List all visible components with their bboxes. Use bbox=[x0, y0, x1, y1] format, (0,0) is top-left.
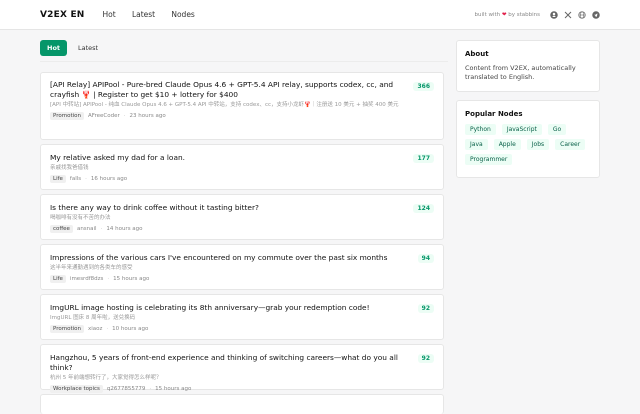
post-meta: coffee ansnail · 14 hours ago bbox=[50, 225, 434, 233]
node-chip-go[interactable]: Go bbox=[547, 124, 567, 135]
reply-count[interactable]: 92 bbox=[417, 354, 434, 363]
post-title[interactable]: Hangzhou, 5 years of front-end experienc… bbox=[50, 353, 410, 373]
meta-separator: · bbox=[123, 113, 126, 119]
node-chip-programmer[interactable]: Programmer bbox=[465, 154, 513, 165]
reply-count[interactable]: 92 bbox=[417, 304, 434, 313]
post-author[interactable]: AFreeCoder bbox=[88, 113, 120, 119]
post-meta: Workplace topics q2677855779 · 15 hours … bbox=[50, 385, 434, 393]
post-title[interactable]: Is there any way to drink coffee without… bbox=[50, 203, 410, 213]
site-logo[interactable]: V2EX EN bbox=[40, 10, 85, 20]
meta-separator: · bbox=[149, 386, 152, 392]
post-author[interactable]: imesrdf8dzs bbox=[70, 276, 103, 282]
post-time: 16 hours ago bbox=[90, 176, 128, 182]
node-tag[interactable]: Life bbox=[50, 275, 66, 283]
post-time: 14 hours ago bbox=[106, 226, 143, 232]
post-card[interactable]: Hangzhou, 5 years of front-end experienc… bbox=[40, 344, 444, 393]
built-with-suffix[interactable]: by stabbins bbox=[508, 12, 540, 18]
post-time: 10 hours ago bbox=[112, 326, 149, 332]
main-nav: Hot Latest Nodes bbox=[103, 10, 209, 19]
main-column: Hot Latest [API Relay] APIPool - Pure-br… bbox=[40, 40, 448, 414]
node-chip-java[interactable]: Java bbox=[465, 139, 488, 150]
post-card-partial[interactable] bbox=[40, 394, 444, 414]
reply-count[interactable]: 124 bbox=[413, 204, 434, 213]
post-original-title: ImgURL 图床 8 周年啦，送兑换码 bbox=[50, 315, 136, 321]
heart-icon: ❤ bbox=[501, 11, 507, 18]
popular-nodes-title: Popular Nodes bbox=[465, 110, 523, 118]
post-title[interactable]: ImgURL image hosting is celebrating its … bbox=[50, 303, 410, 313]
post-meta: Promotion xiaoz · 10 hours ago bbox=[50, 325, 434, 333]
github-icon[interactable] bbox=[549, 10, 558, 19]
x-icon[interactable] bbox=[563, 10, 572, 19]
nav-nodes[interactable]: Nodes bbox=[171, 10, 194, 19]
reply-count[interactable]: 94 bbox=[417, 254, 434, 263]
post-original-title: 杭州 5 年前端想转行了，大家觉得怎么样呢？ bbox=[50, 375, 162, 381]
meta-separator: · bbox=[85, 176, 87, 182]
node-chips: Python JavaScript Go Java Apple Jobs Car… bbox=[465, 124, 591, 165]
meta-separator: · bbox=[100, 226, 103, 232]
popular-nodes-box: Popular Nodes Python JavaScript Go Java … bbox=[456, 100, 600, 178]
post-card[interactable]: ImgURL image hosting is celebrating its … bbox=[40, 294, 444, 340]
post-author[interactable]: falls bbox=[70, 176, 81, 182]
post-meta: Life falls · 16 hours ago bbox=[50, 175, 434, 183]
node-chip-javascript[interactable]: JavaScript bbox=[501, 124, 542, 135]
header-right: built with ❤ by stabbins bbox=[475, 10, 600, 19]
about-text: Content from V2EX, automatically transla… bbox=[465, 64, 576, 81]
nav-latest[interactable]: Latest bbox=[132, 10, 155, 19]
post-card[interactable]: My relative asked my dad for a loan. 亲戚找… bbox=[40, 144, 444, 190]
node-tag[interactable]: Life bbox=[50, 175, 66, 183]
node-chip-apple[interactable]: Apple bbox=[493, 139, 521, 150]
post-original-title: 喝咖啡有没有不苦的办法 bbox=[50, 215, 111, 221]
built-with-prefix: built with bbox=[474, 11, 501, 18]
post-author[interactable]: q2677855779 bbox=[107, 386, 145, 392]
post-time: 15 hours ago bbox=[113, 276, 150, 282]
tab-latest[interactable]: Latest bbox=[71, 40, 105, 56]
reply-count[interactable]: 177 bbox=[413, 154, 434, 163]
post-author[interactable]: ansnail bbox=[77, 226, 97, 232]
top-header: V2EX EN Hot Latest Nodes built with ❤ by… bbox=[0, 0, 640, 30]
about-box: About Content from V2EX, automatically t… bbox=[456, 40, 600, 92]
post-original-title: 亲戚找我爸借钱 bbox=[50, 165, 89, 171]
node-chip-career[interactable]: Career bbox=[555, 139, 586, 150]
post-title[interactable]: Impressions of the various cars I've enc… bbox=[50, 253, 410, 263]
telegram-icon[interactable] bbox=[591, 10, 600, 19]
post-meta: Life imesrdf8dzs · 15 hours ago bbox=[50, 275, 434, 283]
node-tag[interactable]: coffee bbox=[50, 225, 73, 233]
about-title: About bbox=[465, 50, 489, 58]
globe-icon[interactable] bbox=[577, 10, 586, 19]
post-title[interactable]: [API Relay] APIPool - Pure-bred Claude O… bbox=[50, 80, 410, 100]
reply-count[interactable]: 366 bbox=[413, 82, 434, 91]
post-card[interactable]: Is there any way to drink coffee without… bbox=[40, 194, 444, 240]
node-tag[interactable]: Promotion bbox=[50, 112, 84, 120]
meta-separator: · bbox=[107, 276, 110, 282]
post-time: 23 hours ago bbox=[129, 113, 166, 119]
post-author[interactable]: xiaoz bbox=[88, 326, 102, 332]
node-chip-python[interactable]: Python bbox=[465, 124, 496, 135]
built-with-credit: built with ❤ by stabbins bbox=[475, 12, 540, 18]
post-meta: Promotion AFreeCoder · 23 hours ago bbox=[50, 112, 434, 120]
node-tag[interactable]: Promotion bbox=[50, 325, 84, 333]
post-card[interactable]: [API Relay] APIPool - Pure-bred Claude O… bbox=[40, 72, 444, 140]
post-time: 15 hours ago bbox=[155, 386, 192, 392]
node-chip-jobs[interactable]: Jobs bbox=[526, 139, 550, 150]
post-card[interactable]: Impressions of the various cars I've enc… bbox=[40, 244, 444, 290]
meta-separator: · bbox=[106, 326, 109, 332]
tabs-divider bbox=[40, 61, 448, 62]
feed-tabs: Hot Latest bbox=[40, 40, 448, 56]
tab-hot[interactable]: Hot bbox=[40, 40, 68, 56]
post-original-title: 这半年来通勤遇到的各类车的感受 bbox=[50, 265, 133, 271]
post-original-title: [API 中转站] APIPool - 纯血 Claude Opus 4.6 +… bbox=[50, 102, 399, 108]
nav-hot[interactable]: Hot bbox=[103, 10, 116, 19]
post-title[interactable]: My relative asked my dad for a loan. bbox=[50, 153, 410, 163]
node-tag[interactable]: Workplace topics bbox=[50, 385, 103, 393]
